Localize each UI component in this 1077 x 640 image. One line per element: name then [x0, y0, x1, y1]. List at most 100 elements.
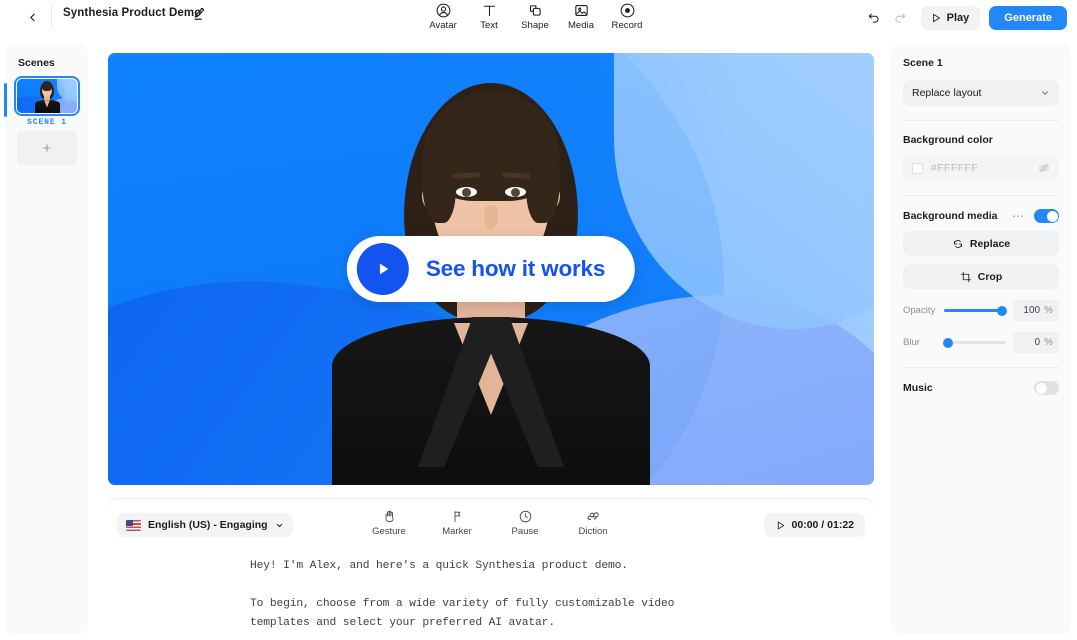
- shape-square-icon: [527, 0, 544, 19]
- app-root: Synthesia Product Demo Avatar Text Shape…: [0, 0, 1077, 640]
- opacity-unit: %: [1044, 305, 1053, 316]
- script-tool-pause[interactable]: Pause: [500, 507, 550, 537]
- background-media-toggle[interactable]: [1034, 209, 1059, 223]
- script-panel: English (US) - Engaging Gesture Marker P…: [108, 499, 874, 640]
- tool-media[interactable]: Media: [558, 0, 604, 31]
- pause-clock-icon: [518, 507, 533, 524]
- script-tool-gesture-label: Gesture: [372, 526, 406, 537]
- chevron-down-icon: [275, 521, 284, 530]
- redo-arrow-icon: [893, 11, 907, 25]
- record-dot-icon: [619, 0, 636, 19]
- blur-row: Blur 0 %: [903, 332, 1059, 353]
- background-color-label: Background color: [903, 134, 993, 146]
- script-tool-gesture[interactable]: Gesture: [364, 507, 414, 537]
- script-paragraph-1: Hey! I'm Alex, and here's a quick Synthe…: [250, 560, 628, 572]
- tool-record[interactable]: Record: [604, 0, 650, 31]
- tool-text-label: Text: [480, 20, 498, 31]
- eye-off-icon[interactable]: [1038, 162, 1050, 174]
- replace-media-label: Replace: [969, 237, 1011, 250]
- script-tool-diction[interactable]: Diction: [568, 507, 618, 537]
- editor-stage: See how it works English (US) - Engaging: [95, 43, 885, 640]
- chevron-down-icon: [1040, 88, 1050, 98]
- inspector-divider-2: [903, 195, 1059, 196]
- avatar-circle-icon: [435, 0, 452, 19]
- scenes-title: Scenes: [18, 57, 55, 69]
- music-row: Music: [903, 381, 1059, 395]
- play-triangle-icon: [930, 12, 942, 24]
- play-button-label: Play: [946, 12, 970, 24]
- script-tool-pause-label: Pause: [511, 526, 539, 537]
- tool-text[interactable]: Text: [466, 0, 512, 31]
- blur-value: 0: [1034, 337, 1041, 348]
- crop-icon: [960, 271, 972, 283]
- opacity-slider[interactable]: [944, 305, 1007, 316]
- see-how-it-works-button[interactable]: See how it works: [346, 236, 636, 302]
- marker-pin-icon: [450, 507, 465, 524]
- language-selector-label: English (US) - Engaging: [148, 519, 268, 531]
- background-color-field[interactable]: #FFFFFF: [903, 155, 1059, 181]
- music-toggle[interactable]: [1034, 381, 1059, 395]
- redo-button[interactable]: [887, 5, 913, 31]
- see-how-it-works-label: See how it works: [425, 256, 606, 281]
- play-triangle-icon: [775, 520, 786, 531]
- background-media-more-button[interactable]: ⋯: [1012, 210, 1025, 222]
- toolbar-divider: [51, 5, 52, 27]
- inspector-panel: Scene 1 Replace layout Background color …: [891, 43, 1071, 634]
- diction-ae-icon: [585, 507, 601, 524]
- play-button[interactable]: Play: [920, 6, 981, 30]
- generate-button-label: Generate: [1004, 12, 1052, 24]
- script-paragraph-2: To begin, choose from a wide variety of …: [250, 598, 675, 629]
- opacity-row: Opacity 100 %: [903, 300, 1059, 321]
- color-swatch[interactable]: [912, 162, 923, 174]
- undo-button[interactable]: [861, 5, 887, 31]
- layout-select[interactable]: Replace layout: [903, 80, 1059, 106]
- gesture-hand-icon: [382, 507, 397, 524]
- blur-value-box[interactable]: 0 %: [1013, 332, 1059, 353]
- refresh-icon: [952, 238, 964, 250]
- crop-media-button[interactable]: Crop: [903, 264, 1059, 289]
- scene-label-1: SCENE 1: [27, 118, 67, 127]
- replace-media-button[interactable]: Replace: [903, 231, 1059, 256]
- play-triangle-icon: [356, 243, 409, 295]
- language-selector[interactable]: English (US) - Engaging: [117, 513, 293, 537]
- inspector-scene-title: Scene 1: [903, 57, 943, 69]
- media-image-icon: [573, 0, 590, 19]
- generate-button[interactable]: Generate: [989, 6, 1067, 30]
- back-button[interactable]: [18, 4, 46, 30]
- script-tool-marker-label: Marker: [442, 526, 472, 537]
- tool-shape[interactable]: Shape: [512, 0, 558, 31]
- script-tool-marker[interactable]: Marker: [432, 507, 482, 537]
- inspector-divider-3: [903, 367, 1059, 368]
- layout-select-label: Replace layout: [912, 87, 982, 99]
- video-canvas[interactable]: See how it works: [108, 53, 874, 485]
- undo-arrow-icon: [867, 11, 881, 25]
- tool-avatar[interactable]: Avatar: [420, 0, 466, 31]
- background-color-value: #FFFFFF: [931, 162, 979, 174]
- blur-slider[interactable]: [943, 337, 1006, 348]
- opacity-value-box[interactable]: 100 %: [1013, 300, 1059, 321]
- document-title[interactable]: Synthesia Product Demo: [63, 7, 201, 19]
- top-bar: Synthesia Product Demo Avatar Text Shape…: [0, 0, 1077, 36]
- inspector-divider-1: [903, 120, 1059, 121]
- scene-selection-indicator: [4, 83, 7, 117]
- tool-avatar-label: Avatar: [429, 20, 457, 31]
- script-tool-diction-label: Diction: [578, 526, 608, 537]
- script-text-area[interactable]: Hey! I'm Alex, and here's a quick Synthe…: [108, 551, 874, 633]
- blur-label: Blur: [903, 337, 920, 348]
- pencil-edit-icon[interactable]: [190, 5, 208, 23]
- scene-thumbnail-1[interactable]: [14, 76, 80, 116]
- add-scene-button[interactable]: +: [17, 131, 77, 165]
- tool-media-label: Media: [567, 20, 595, 31]
- tool-shape-label: Shape: [521, 20, 549, 31]
- blur-unit: %: [1044, 337, 1053, 348]
- music-label: Music: [903, 382, 933, 394]
- opacity-label: Opacity: [903, 305, 936, 316]
- scenes-sidebar: Scenes SCENE 1 +: [4, 43, 88, 634]
- background-media-label: Background media: [903, 210, 998, 222]
- tool-record-label: Record: [611, 20, 643, 31]
- playback-timecode[interactable]: 00:00 / 01:22: [763, 513, 865, 537]
- top-right-actions: Play Generate: [861, 0, 1067, 36]
- background-media-header: Background media ⋯: [903, 209, 1059, 223]
- insert-toolbar: Avatar Text Shape Media Record: [420, 0, 650, 31]
- crop-media-label: Crop: [977, 270, 1003, 283]
